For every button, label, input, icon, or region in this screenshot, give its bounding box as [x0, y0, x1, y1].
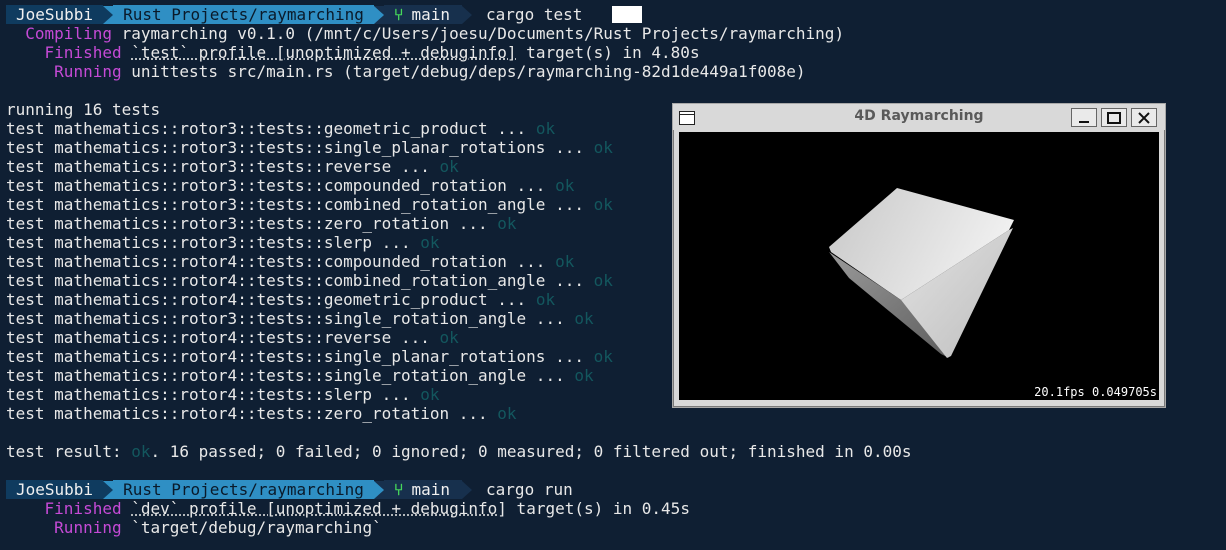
prompt-path: Rust Projects/raymarching	[113, 480, 374, 499]
test-name: test mathematics::rotor4::tests::combine…	[6, 271, 594, 290]
command-text: cargo test	[486, 5, 583, 24]
prompt-separator	[373, 5, 384, 24]
test-status: ok	[593, 195, 613, 214]
prompt-path: Rust Projects/raymarching	[113, 5, 374, 24]
test-status: ok	[439, 328, 459, 347]
running-text: unittests src/main.rs (target/debug/deps…	[131, 62, 806, 81]
prompt-user: JoeSubbi	[6, 480, 104, 499]
test-name: test mathematics::rotor4::tests::reverse…	[6, 328, 440, 347]
prompt-line: JoeSubbi Rust Projects/raymarching ⑂ mai…	[6, 5, 1221, 24]
compiling-label: Compiling	[25, 24, 112, 43]
test-status: ok	[420, 233, 440, 252]
test-name: test mathematics::rotor4::tests::zero_ro…	[6, 404, 498, 423]
finished-text: target(s) in 0.45s	[506, 499, 690, 518]
result-summary: . 16 passed; 0 failed; 0 ignored; 0 meas…	[150, 442, 912, 461]
finished-text: target(s) in 4.80s	[516, 43, 700, 62]
running-line: Running `target/debug/raymarching`	[6, 518, 1221, 537]
test-status: ok	[574, 366, 594, 385]
test-name: test mathematics::rotor3::tests::single_…	[6, 138, 594, 157]
compiling-line: Compiling raymarching v0.1.0 (/mnt/c/Use…	[6, 24, 1221, 43]
test-status: ok	[555, 176, 575, 195]
test-status: ok	[497, 214, 517, 233]
command-text: cargo run	[486, 480, 573, 499]
test-name: test mathematics::rotor3::tests::zero_ro…	[6, 214, 498, 233]
minimize-button[interactable]	[1071, 108, 1097, 127]
test-status: ok	[439, 157, 459, 176]
test-status: ok	[593, 271, 613, 290]
finished-line: Finished `dev` profile [unoptimized + de…	[6, 499, 1221, 518]
git-branch-name: main	[411, 5, 451, 24]
result-prefix: test result:	[6, 442, 132, 461]
profile-text: `dev` profile [unoptimized + debuginfo]	[131, 499, 507, 518]
test-name: test mathematics::rotor3::tests::compoun…	[6, 176, 556, 195]
close-icon	[1138, 111, 1150, 124]
test-result-line: test result: ok. 16 passed; 0 failed; 0 …	[6, 442, 1221, 461]
running-line: Running unittests src/main.rs (target/de…	[6, 62, 1221, 81]
prompt-line: JoeSubbi Rust Projects/raymarching ⑂ mai…	[6, 480, 1221, 499]
test-status: ok	[497, 404, 517, 423]
test-status: ok	[535, 290, 556, 309]
window-titlebar[interactable]: 4D Raymarching	[673, 104, 1165, 130]
running-label: Running	[54, 518, 122, 537]
test-name: test mathematics::rotor3::tests::geometr…	[6, 119, 536, 138]
prompt-git: ⑂ main	[383, 480, 463, 499]
prompt-user: JoeSubbi	[6, 5, 104, 24]
text-cursor	[612, 6, 643, 23]
test-name: test mathematics::rotor3::tests::reverse…	[6, 157, 440, 176]
git-branch-icon: ⑂	[393, 480, 404, 499]
result-status: ok	[131, 442, 151, 461]
prompt-separator	[103, 480, 114, 499]
prompt-separator	[103, 5, 114, 24]
git-branch-icon: ⑂	[393, 5, 404, 24]
test-name: test mathematics::rotor4::tests::single_…	[6, 366, 575, 385]
raymarching-window[interactable]: 4D Raymarching 20.1fps 0.049705s	[672, 103, 1166, 408]
test-name: test mathematics::rotor3::tests::single_…	[6, 309, 575, 328]
rendered-cube	[829, 188, 1014, 358]
fps-readout: 20.1fps 0.049705s	[1034, 385, 1157, 399]
maximize-icon	[1107, 111, 1121, 124]
test-name: test mathematics::rotor3::tests::combine…	[6, 195, 594, 214]
prompt-separator	[373, 480, 384, 499]
close-button[interactable]	[1131, 108, 1157, 127]
test-name: test mathematics::rotor4::tests::compoun…	[6, 252, 556, 271]
minimize-icon	[1079, 120, 1089, 123]
test-status: ok	[555, 252, 575, 271]
prompt-separator	[462, 5, 473, 24]
test-name: test mathematics::rotor4::tests::geometr…	[6, 290, 536, 309]
test-name: test mathematics::rotor4::tests::single_…	[6, 347, 594, 366]
test-name: test mathematics::rotor4::tests::slerp .…	[6, 385, 421, 404]
test-name: test mathematics::rotor3::tests::slerp .…	[6, 233, 421, 252]
test-status: ok	[574, 309, 594, 328]
compiling-text: raymarching v0.1.0 (/mnt/c/Users/joesu/D…	[121, 24, 845, 43]
test-status: ok	[535, 119, 556, 138]
prompt-separator	[462, 480, 473, 499]
finished-label: Finished	[44, 43, 122, 62]
running-label: Running	[54, 62, 122, 81]
maximize-button[interactable]	[1101, 108, 1127, 127]
git-branch-name: main	[411, 480, 451, 499]
test-status: ok	[593, 347, 613, 366]
render-viewport[interactable]: 20.1fps 0.049705s	[679, 132, 1159, 400]
prompt-git: ⑂ main	[383, 5, 463, 24]
finished-label: Finished	[44, 499, 122, 518]
finished-line: Finished `test` profile [unoptimized + d…	[6, 43, 1221, 62]
test-status: ok	[593, 138, 613, 157]
test-status: ok	[420, 385, 440, 404]
running-text: `target/debug/raymarching`	[131, 518, 382, 537]
profile-text: `test` profile [unoptimized + debuginfo]	[131, 43, 517, 62]
